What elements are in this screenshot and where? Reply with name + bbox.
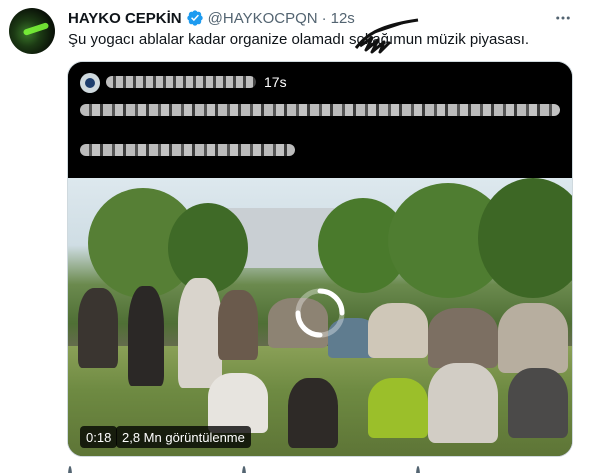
- quoted-avatar: [80, 73, 100, 93]
- quoted-text-blurred: [80, 104, 560, 116]
- tweet-header: HAYKO CEPKİN @HAYKOCPQN · 12s: [68, 8, 355, 28]
- verified-badge-icon: [186, 10, 203, 26]
- tweet[interactable]: HAYKO CEPKİN @HAYKOCPQN · 12s Şu yogacı …: [0, 0, 599, 473]
- video-view-count: 2,8 Mn görüntülenme: [116, 426, 251, 448]
- loading-spinner-icon: [295, 288, 345, 338]
- like-icon[interactable]: [416, 466, 420, 473]
- quoted-text-blurred: [80, 144, 295, 156]
- quoted-author-redacted: [106, 76, 256, 88]
- quoted-tweet[interactable]: 17s 0:18 2,8 Mn görüntülenme: [67, 61, 573, 457]
- quoted-time: 17s: [264, 74, 287, 90]
- separator-dot: ·: [321, 9, 327, 27]
- quoted-tweet-header: 17s: [68, 62, 572, 178]
- video-player[interactable]: 0:18 2,8 Mn görüntülenme: [68, 178, 572, 456]
- author-name[interactable]: HAYKO CEPKİN: [68, 10, 182, 27]
- author-handle[interactable]: @HAYKOCPQN: [208, 10, 318, 27]
- more-options-icon[interactable]: [551, 6, 575, 30]
- avatar[interactable]: [9, 8, 55, 54]
- reply-icon[interactable]: [68, 466, 72, 473]
- retweet-icon[interactable]: [242, 466, 246, 473]
- action-bar: [68, 466, 568, 473]
- video-duration: 0:18: [80, 426, 118, 448]
- tweet-text: Şu yogacı ablalar kadar organize olamadı…: [68, 31, 530, 48]
- tweet-time[interactable]: 12s: [331, 10, 355, 27]
